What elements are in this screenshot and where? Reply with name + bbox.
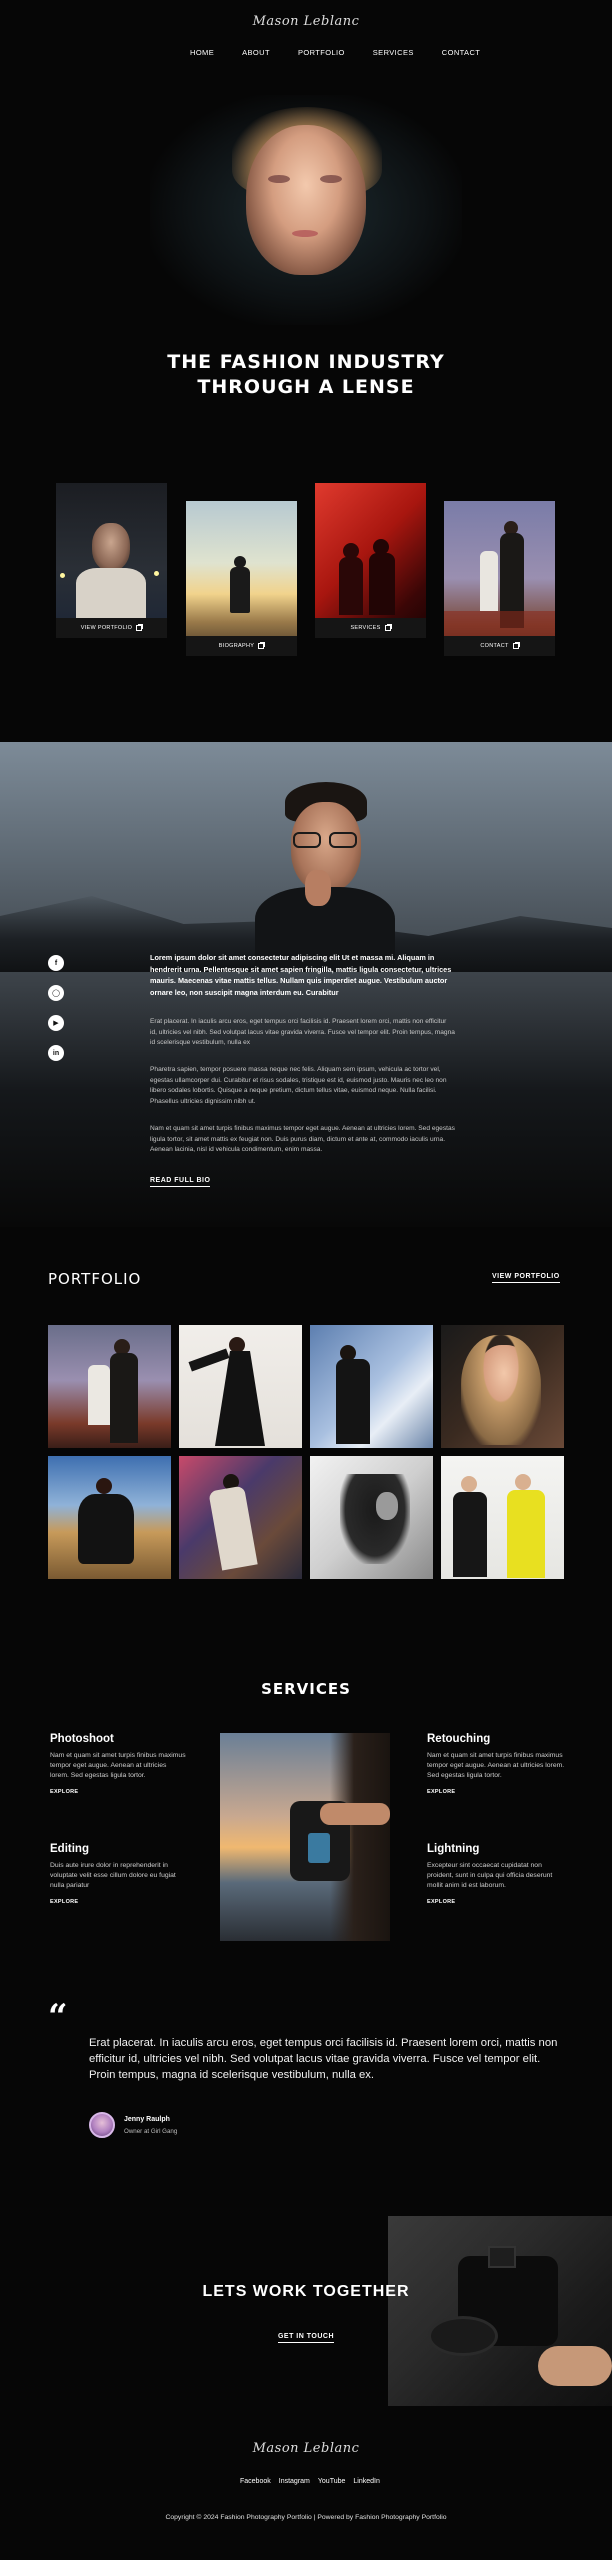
hero-card-caption[interactable]: BIOGRAPHY [186, 636, 297, 656]
bio-lead: Lorem ipsum dolor sit amet consectetur a… [150, 953, 452, 997]
nav-contact[interactable]: CONTACT [442, 48, 481, 57]
service-explore-link[interactable]: EXPLORE [427, 1789, 567, 1795]
service-title: Editing [50, 1843, 89, 1855]
hero-portrait [150, 95, 462, 325]
external-link-icon [136, 624, 144, 631]
portfolio-image-7[interactable] [310, 1456, 433, 1579]
footer-link-instagram[interactable]: Instagram [279, 2478, 310, 2485]
external-link-icon [512, 642, 520, 649]
service-text: Excepteur sint occaecat cupidatat non pr… [427, 1862, 553, 1889]
footer-link-youtube[interactable]: YouTube [318, 2478, 346, 2485]
footer-links: Facebook Instagram YouTube LinkedIn [240, 2478, 380, 2485]
hero-card-caption[interactable]: CONTACT [444, 636, 555, 656]
bio-section: f ◯ ▶ in Lorem ipsum dolor sit amet cons… [0, 742, 612, 1227]
get-in-touch-button[interactable]: GET IN TOUCH [0, 2325, 612, 2343]
cta-title: LETS WORK TOGETHER [202, 2283, 410, 2300]
service-title: Photoshoot [50, 1733, 114, 1745]
hero-card-caption[interactable]: SERVICES [315, 618, 426, 638]
service-photoshoot: Photoshoot Nam et quam sit amet turpis f… [50, 1733, 186, 1795]
nav-about[interactable]: ABOUT [242, 48, 270, 57]
hero-card-biography[interactable]: BIOGRAPHY [186, 501, 297, 656]
site-logo[interactable]: Mason Leblanc [0, 14, 612, 29]
avatar [89, 2112, 115, 2138]
linkedin-icon[interactable]: in [48, 1045, 64, 1061]
service-explore-link[interactable]: EXPLORE [427, 1899, 567, 1905]
portfolio-title: PORTFOLIO [48, 1270, 142, 1288]
services-title: SERVICES [261, 1680, 351, 1698]
services-camera-image [220, 1733, 390, 1941]
service-explore-link[interactable]: EXPLORE [50, 1789, 186, 1795]
service-text: Nam et quam sit amet turpis finibus maxi… [427, 1752, 565, 1779]
portfolio-image-5[interactable] [48, 1456, 171, 1579]
portfolio-image-6[interactable] [179, 1456, 302, 1579]
bio-paragraph-2: Pharetra sapien, tempor posuere massa ne… [150, 1066, 447, 1105]
instagram-icon[interactable]: ◯ [48, 985, 64, 1001]
portfolio-image-2[interactable] [179, 1325, 302, 1448]
footer-logo[interactable]: Mason Leblanc [0, 2441, 612, 2456]
view-portfolio-link[interactable]: VIEW PORTFOLIO [492, 1273, 560, 1283]
hero-card-services[interactable]: SERVICES [315, 483, 426, 638]
read-full-bio-link[interactable]: READ FULL BIO [150, 1177, 211, 1187]
bio-paragraph-1: Erat placerat. In iaculis arcu eros, ege… [150, 1018, 455, 1046]
portfolio-image-4[interactable] [441, 1325, 564, 1448]
testimonial-role: Owner at Girl Gang [124, 2128, 178, 2135]
copyright: Copyright © 2024 Fashion Photography Por… [165, 2514, 447, 2521]
service-retouching: Retouching Nam et quam sit amet turpis f… [427, 1733, 567, 1795]
service-lightning: Lightning Excepteur sint occaecat cupida… [427, 1843, 567, 1905]
external-link-icon [384, 624, 392, 631]
bio-portrait [255, 782, 395, 967]
hero-card-contact[interactable]: CONTACT [444, 501, 555, 656]
nav-home[interactable]: HOME [190, 48, 214, 57]
bio-paragraph-3: Nam et quam sit amet turpis finibus maxi… [150, 1125, 455, 1153]
main-nav: HOME ABOUT PORTFOLIO SERVICES CONTACT [190, 48, 480, 57]
hero-title: THE FASHION INDUSTRY THROUGH A LENSE [167, 351, 445, 398]
cta-camera-image [388, 2216, 612, 2406]
service-editing: Editing Duis aute irure dolor in reprehe… [50, 1843, 186, 1905]
hero-card-portfolio[interactable]: VIEW PORTFOLIO [56, 483, 167, 638]
footer-link-facebook[interactable]: Facebook [240, 2478, 271, 2485]
portfolio-image-3[interactable] [310, 1325, 433, 1448]
youtube-icon[interactable]: ▶ [48, 1015, 64, 1031]
service-text: Nam et quam sit amet turpis finibus maxi… [50, 1752, 186, 1779]
service-title: Lightning [427, 1843, 480, 1855]
service-explore-link[interactable]: EXPLORE [50, 1899, 186, 1905]
footer-link-linkedin[interactable]: LinkedIn [353, 2478, 379, 2485]
service-text: Duis aute irure dolor in reprehenderit i… [50, 1862, 176, 1889]
testimonial-name: Jenny Raulph [124, 2116, 170, 2123]
hero-card-caption[interactable]: VIEW PORTFOLIO [56, 618, 167, 638]
quote-icon: “ [48, 1997, 68, 2037]
service-title: Retouching [427, 1733, 491, 1745]
nav-services[interactable]: SERVICES [373, 48, 414, 57]
nav-portfolio[interactable]: PORTFOLIO [298, 48, 345, 57]
facebook-icon[interactable]: f [48, 955, 64, 971]
portfolio-image-1[interactable] [48, 1325, 171, 1448]
testimonial-quote: Erat placerat. In iaculis arcu eros, ege… [89, 2037, 558, 2081]
external-link-icon [258, 642, 266, 649]
portfolio-image-8[interactable] [441, 1456, 564, 1579]
